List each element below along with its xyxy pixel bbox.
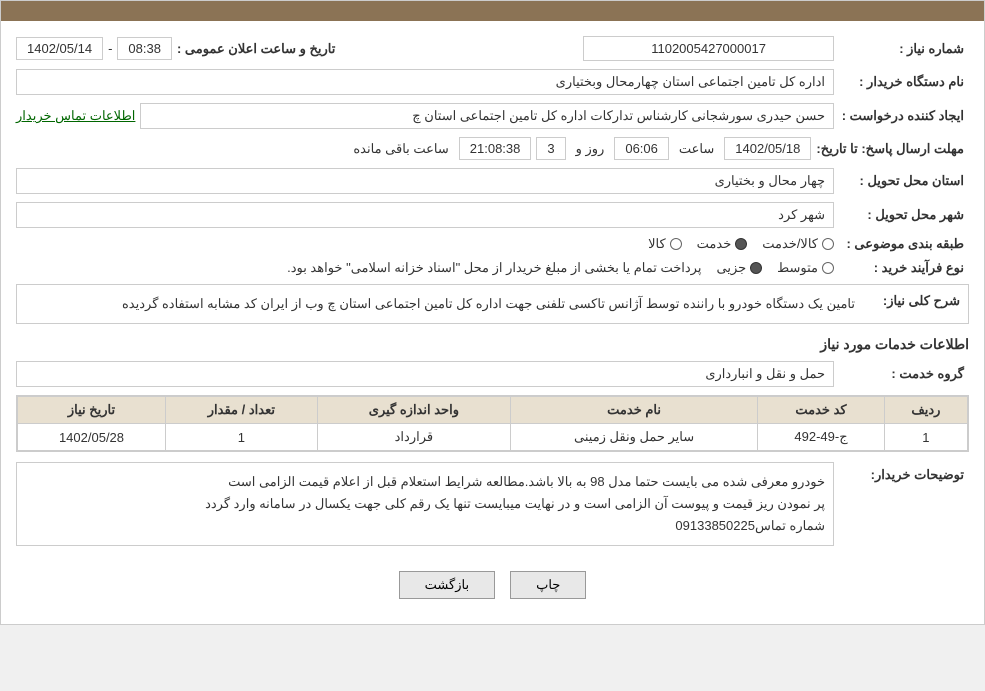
col-vahed: واحد اندازه گیری [317,397,510,424]
cell-vahed: قرارداد [317,424,510,451]
nooe-radio-group: متوسط جزیی [716,260,834,276]
mohlat-remaining: 21:08:38 [459,137,532,160]
page-wrapper: شماره نیاز : 1102005427000017 تاریخ و سا… [0,0,985,625]
col-kod: کد خدمت [758,397,885,424]
ijad-label: ایجاد کننده درخواست : [839,108,969,124]
ijad-link[interactable]: اطلاعات تماس خریدار [16,108,135,124]
row-shomara: شماره نیاز : 1102005427000017 تاریخ و سا… [16,36,969,61]
grooh-value: حمل و نقل و انبارداری [16,361,834,387]
tabaghe-label: طبقه بندی موضوعی : [839,236,969,252]
tawzih-content: خودرو معرفی شده می بایست حتما مدل 98 به … [16,462,834,546]
shomara-value: 1102005427000017 [583,36,834,61]
shahr-label: شهر محل تحویل : [839,207,969,223]
radio-jazei[interactable]: جزیی [716,260,762,276]
col-tarikh: تاریخ نیاز [18,397,166,424]
ijad-value: حسن حیدری سورشجانی کارشناس تداركات اداره… [140,103,834,129]
services-table-container: ردیف کد خدمت نام خدمت واحد اندازه گیری ت… [16,395,969,452]
tabaghe-radio-group: کالا/خدمت خدمت کالا [648,236,834,252]
nooe-label: نوع فرآیند خرید : [839,260,969,276]
mohlat-time: 06:06 [614,137,669,160]
mohlat-day-label: روز و [571,141,610,157]
radio-mottaset[interactable]: متوسط [777,260,834,276]
khadamat-header: اطلاعات خدمات مورد نیاز [16,336,969,353]
tarikh-aalan-label: تاریخ و ساعت اعلان عمومی : [177,41,340,57]
row-mohlat: مهلت ارسال پاسخ: تا تاریخ: 1402/05/18 سا… [16,137,969,160]
shomara-label: شماره نیاز : [839,41,969,57]
mohlat-unit: ساعت باقی مانده [348,141,453,157]
row-grooh: گروه خدمت : حمل و نقل و انبارداری [16,361,969,387]
cell-tedad: 1 [165,424,317,451]
table-row: 1 ج-49-492 سایر حمل ونقل زمینی قرارداد 1… [18,424,968,451]
mohlat-date: 1402/05/18 [724,137,811,160]
tawzih-line2: پر نمودن ریز قیمت و پیوست آن الزامی است … [25,493,825,515]
bazgasht-button[interactable]: بازگشت [399,571,495,599]
table-header-row: ردیف کد خدمت نام خدمت واحد اندازه گیری ت… [18,397,968,424]
content-area: شماره نیاز : 1102005427000017 تاریخ و سا… [1,21,984,624]
ostan-label: استان محل تحویل : [839,173,969,189]
ostan-value: چهار محال و بختیاری [16,168,834,194]
row-ijad: ایجاد کننده درخواست : حسن حیدری سورشجانی… [16,103,969,129]
sharh-value: تامین یک دستگاه خودرو با راننده توسط آژا… [25,293,855,315]
row-tabaghe: طبقه بندی موضوعی : کالا/خدمت خدمت کالا [16,236,969,252]
row-ostan: استان محل تحویل : چهار محال و بختیاری [16,168,969,194]
col-radif: ردیف [884,397,967,424]
mohlat-days: 3 [536,137,565,160]
radio-kala-label: کالا [648,236,666,252]
tawzih-phone: شماره تماس09133850225 [25,515,825,537]
nam-dastgah-value: اداره کل تامین اجتماعی استان چهارمحال وب… [16,69,834,95]
cell-kod: ج-49-492 [758,424,885,451]
nam-dastgah-label: نام دستگاه خریدار : [839,74,969,90]
tawzih-line1: خودرو معرفی شده می بایست حتما مدل 98 به … [25,471,825,493]
sharh-label: شرح کلی نیاز: [860,293,960,315]
radio-kala-khadamat[interactable]: کالا/خدمت [762,236,834,252]
radio-jazei-circle [750,262,762,274]
sharh-section: شرح کلی نیاز: تامین یک دستگاه خودرو با ر… [16,284,969,324]
radio-kala-circle [670,238,682,250]
cell-radif: 1 [884,424,967,451]
buttons-row: چاپ بازگشت [16,571,969,599]
row-nam-dastgah: نام دستگاه خریدار : اداره کل تامین اجتما… [16,69,969,95]
radio-kala-khadamat-circle [822,238,834,250]
radio-khadamat-circle [735,238,747,250]
radio-kala[interactable]: کالا [648,236,682,252]
radio-khadamat[interactable]: خدمت [697,236,748,252]
mohlat-label: مهلت ارسال پاسخ: تا تاریخ: [816,141,969,157]
radio-mottaset-label: متوسط [777,260,818,276]
cell-tarikh: 1402/05/28 [18,424,166,451]
notes-row: توضیحات خریدار: خودرو معرفی شده می بایست… [16,462,969,556]
grooh-label: گروه خدمت : [839,366,969,382]
dash-sep: - [108,41,112,56]
shahr-value: شهر کرد [16,202,834,228]
col-nam: نام خدمت [510,397,757,424]
radio-kala-khadamat-label: کالا/خدمت [762,236,818,252]
radio-jazei-label: جزیی [716,260,746,276]
row-shahr: شهر محل تحویل : شهر کرد [16,202,969,228]
tarikh-aalan-date: 1402/05/14 [16,37,103,60]
nooe-desc: پرداخت تمام یا بخشی از مبلغ خریدار از مح… [287,260,701,276]
col-tedad: تعداد / مقدار [165,397,317,424]
row-nooe: نوع فرآیند خرید : متوسط جزیی پرداخت تمام… [16,260,969,276]
page-title [1,1,984,21]
cell-nam: سایر حمل ونقل زمینی [510,424,757,451]
radio-khadamat-label: خدمت [697,236,732,252]
radio-mottaset-circle [822,262,834,274]
chap-button[interactable]: چاپ [510,571,586,599]
tawzih-label: توضیحات خریدار: [839,462,969,483]
mohlat-time-label: ساعت [674,141,719,157]
tarikh-aalan-from: 08:38 [117,37,172,60]
services-table: ردیف کد خدمت نام خدمت واحد اندازه گیری ت… [17,396,968,451]
